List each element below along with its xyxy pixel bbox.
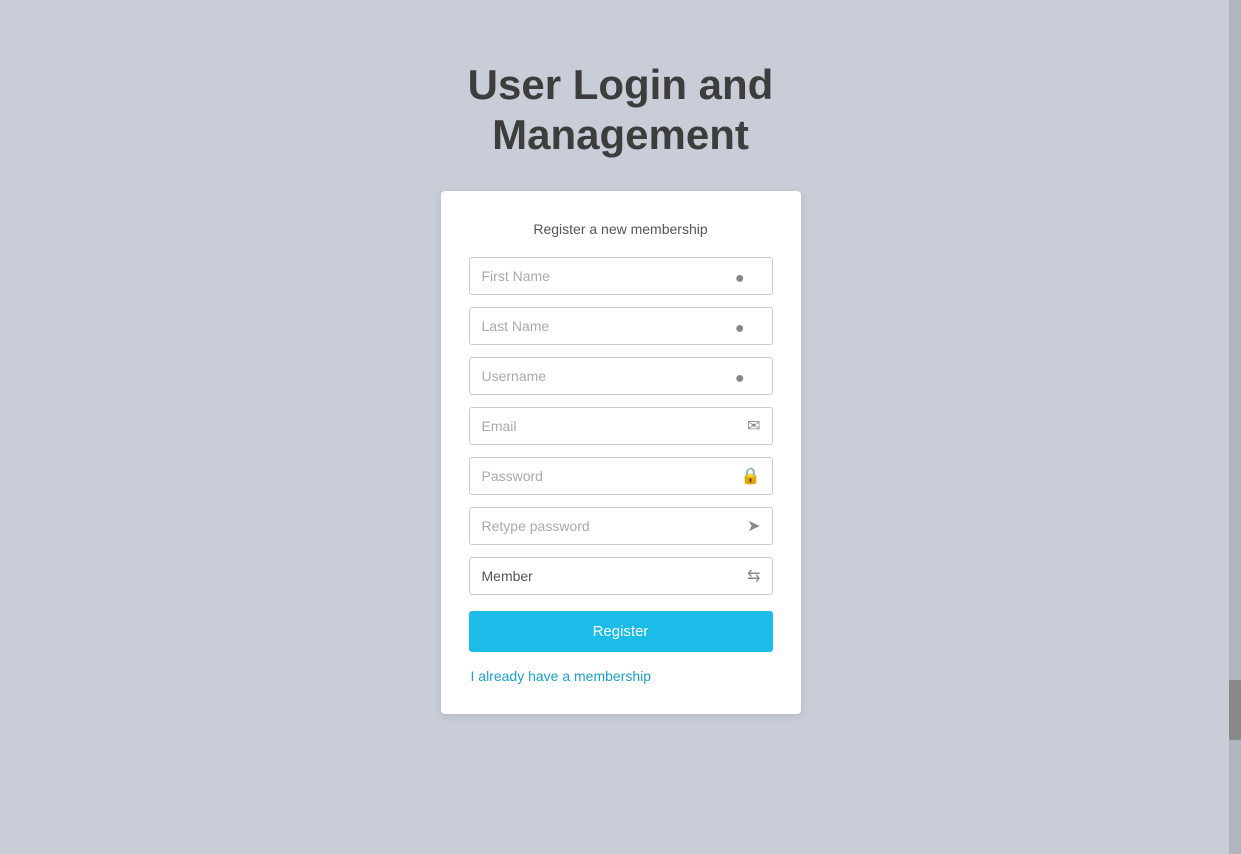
role-select-wrapper: Member Admin Moderator ⇆ [469,557,773,595]
role-select[interactable]: Member Admin Moderator [469,557,773,595]
password-input[interactable] [469,457,773,495]
email-icon: ✉ [747,416,760,436]
lock-icon: 🔒 [741,466,761,486]
retype-password-input[interactable] [469,507,773,545]
scrollbar-thumb[interactable] [1229,680,1241,740]
card-subtitle: Register a new membership [469,221,773,237]
retype-icon: ➤ [747,516,760,536]
already-member-link[interactable]: I already have a membership [469,668,773,684]
username-input[interactable] [469,357,773,395]
user-icon-2: ● [735,314,761,338]
user-icon-3: ● [735,364,761,388]
username-field-wrapper: ● [469,357,773,395]
page-title: User Login and Management [468,60,774,161]
first-name-field-wrapper: ● [469,257,773,295]
password-field-wrapper: 🔒 [469,457,773,495]
registration-card: Register a new membership ● ● ● ✉ 🔒 ➤ Me… [441,191,801,714]
user-icon: ● [735,264,761,288]
email-input[interactable] [469,407,773,445]
last-name-input[interactable] [469,307,773,345]
first-name-input[interactable] [469,257,773,295]
email-field-wrapper: ✉ [469,407,773,445]
last-name-field-wrapper: ● [469,307,773,345]
retype-password-field-wrapper: ➤ [469,507,773,545]
scrollbar-track[interactable] [1229,0,1241,854]
register-button[interactable]: Register [469,611,773,652]
